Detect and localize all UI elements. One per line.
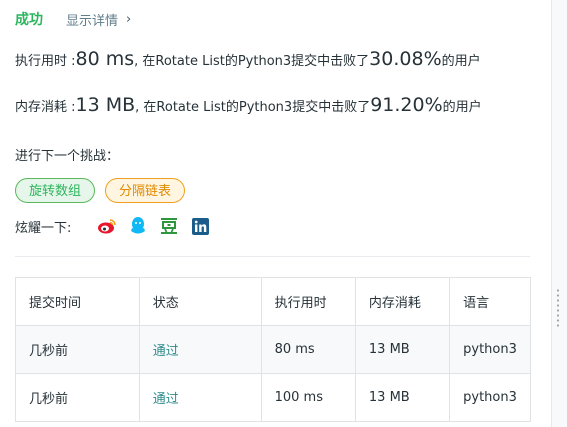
next-challenge-chips: 旋转数组 分隔链表 (15, 178, 195, 203)
cell-runtime: 80 ms (260, 325, 356, 374)
memory-value: 13 MB (75, 94, 136, 116)
share-label: 炫耀一下: (15, 220, 72, 236)
chevron-right-icon: › (126, 11, 132, 27)
memory-percent: 91.20% (370, 94, 443, 116)
share-row: 炫耀一下: (15, 216, 221, 236)
show-details-label: 显示详情 (66, 13, 119, 29)
result-header: 成功 显示详情 › (15, 10, 131, 29)
memory-stat: 内存消耗 : 13 MB , 在Rotate List的Python3提交中击败… (15, 94, 482, 116)
status-success-label: 成功 (15, 12, 43, 28)
weibo-icon[interactable] (97, 216, 117, 236)
resize-handle[interactable] (556, 288, 560, 328)
cell-status: 通过 (138, 373, 262, 422)
status-link[interactable]: 通过 (153, 344, 179, 359)
table-header-row: 提交时间 状态 执行用时 内存消耗 语言 (15, 277, 531, 326)
right-panel-gutter (551, 0, 567, 427)
qq-icon[interactable] (128, 216, 148, 236)
cell-submit-time: 几秒前 (15, 325, 140, 374)
cell-language: python3 (449, 373, 531, 422)
linkedin-icon[interactable] (190, 216, 210, 236)
column-header-memory[interactable]: 内存消耗 (354, 277, 451, 326)
cell-memory: 13 MB (354, 325, 451, 374)
cell-status: 通过 (138, 325, 262, 374)
column-header-status[interactable]: 状态 (138, 277, 262, 326)
cell-runtime: 100 ms (260, 373, 356, 422)
submissions-table: 提交时间 状态 执行用时 内存消耗 语言 几秒前 通过 80 ms 13 MB … (15, 277, 531, 422)
column-header-runtime[interactable]: 执行用时 (260, 277, 356, 326)
douban-icon[interactable] (159, 216, 179, 236)
challenge-chip-partition-list[interactable]: 分隔链表 (105, 178, 186, 203)
runtime-value: 80 ms (75, 48, 135, 70)
cell-memory: 13 MB (354, 373, 451, 422)
challenge-chip-rotate-array[interactable]: 旋转数组 (15, 178, 96, 203)
show-details-link[interactable]: 显示详情 › (66, 10, 131, 29)
memory-text: , 在Rotate List的Python3提交中击败了 (135, 100, 371, 115)
section-divider (15, 256, 530, 257)
cell-language: python3 (449, 325, 531, 374)
runtime-text: , 在Rotate List的Python3提交中击败了 (134, 54, 370, 69)
next-challenge-label: 进行下一个挑战： (15, 149, 120, 164)
column-header-language[interactable]: 语言 (449, 277, 531, 326)
memory-label: 内存消耗 : (15, 100, 76, 115)
table-row[interactable]: 几秒前 通过 80 ms 13 MB python3 (15, 325, 531, 374)
runtime-text-end: 的用户 (441, 54, 481, 69)
table-row[interactable]: 几秒前 通过 100 ms 13 MB python3 (15, 373, 531, 422)
runtime-label: 执行用时 : (15, 54, 76, 69)
column-header-submit-time[interactable]: 提交时间 (15, 277, 140, 326)
status-link[interactable]: 通过 (153, 392, 179, 407)
runtime-percent: 30.08% (369, 48, 442, 70)
cell-submit-time: 几秒前 (15, 373, 140, 422)
memory-text-end: 的用户 (442, 100, 482, 115)
runtime-stat: 执行用时 : 80 ms , 在Rotate List的Python3提交中击败… (15, 48, 481, 70)
